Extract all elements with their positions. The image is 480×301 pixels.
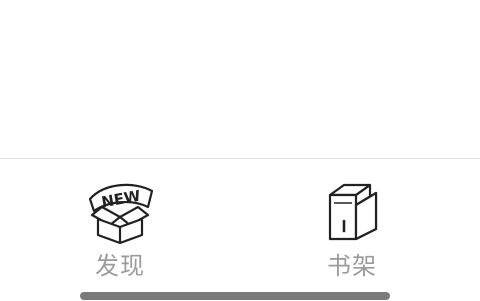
tab-bookshelf-label: 书架: [327, 252, 377, 280]
books-icon: [314, 177, 390, 245]
tab-discover-label: 发现: [95, 252, 145, 280]
content-area: [0, 0, 480, 158]
home-indicator[interactable]: [80, 292, 390, 300]
tab-bookshelf[interactable]: 书架: [292, 177, 412, 295]
new-box-icon: NEW: [82, 177, 158, 245]
tab-discover[interactable]: NEW 发现: [60, 177, 180, 295]
bottom-tab-bar: NEW 发现 书架: [0, 158, 480, 301]
